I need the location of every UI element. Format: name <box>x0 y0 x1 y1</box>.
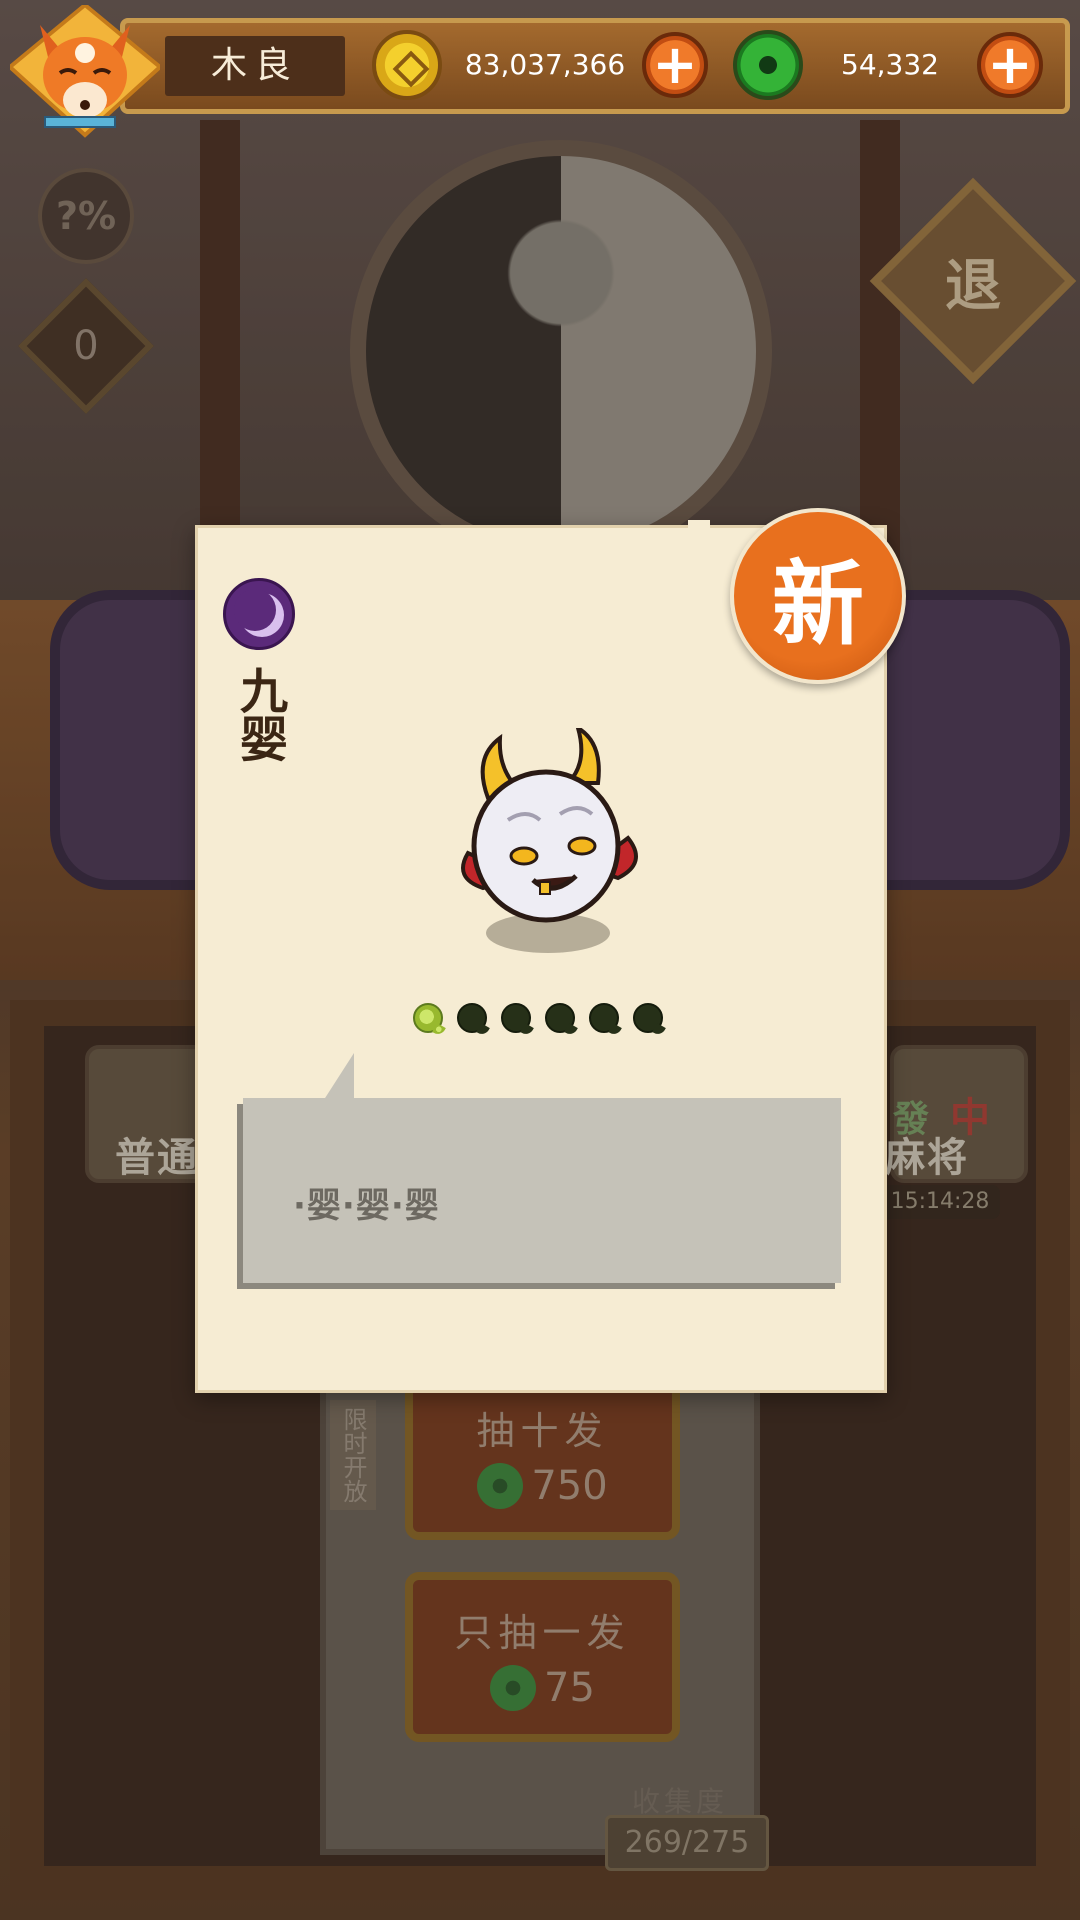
add-jade-button[interactable]: + <box>977 32 1043 98</box>
magatama-empty-icon <box>457 1003 487 1033</box>
speech-bubble: ·婴·婴·婴 <box>243 1098 841 1283</box>
jade-amount: 54,332 <box>841 48 939 81</box>
player-name: 木良 <box>165 36 345 96</box>
magatama-filled-icon <box>413 1003 443 1033</box>
paper-notch <box>688 520 710 532</box>
plus-icon: + <box>652 33 698 96</box>
gold-amount: 83,037,366 <box>464 48 626 81</box>
new-badge: 新 <box>730 508 906 684</box>
fox-mask-avatar-icon[interactable] <box>10 5 160 145</box>
yokai-card[interactable]: 九婴 新 ·婴·婴·婴 <box>195 508 906 1393</box>
plus-icon: + <box>987 33 1033 96</box>
yokai-mask-icon <box>461 728 638 953</box>
magatama-empty-icon <box>633 1003 663 1033</box>
gold-coin-icon <box>372 30 442 100</box>
rarity-stars <box>413 1003 663 1033</box>
moon-icon <box>223 578 295 650</box>
yokai-name: 九婴 <box>231 666 287 762</box>
yokai-quote: ·婴·婴·婴 <box>293 1186 440 1226</box>
add-gold-button[interactable]: + <box>642 32 708 98</box>
magatama-empty-icon <box>545 1003 575 1033</box>
magatama-empty-icon <box>501 1003 531 1033</box>
jade-coin-icon <box>733 30 803 100</box>
magatama-empty-icon <box>589 1003 619 1033</box>
